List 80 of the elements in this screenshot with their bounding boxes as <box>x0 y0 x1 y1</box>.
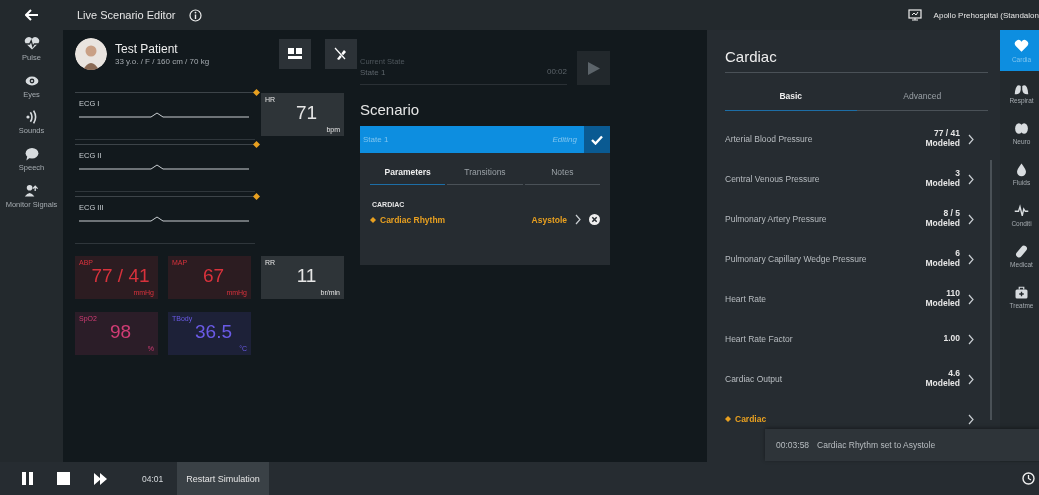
edit-off-button[interactable] <box>325 39 357 69</box>
state-name: State 1 <box>363 135 389 144</box>
device-name: Apollo Prehospital (Standalon <box>933 10 1039 20</box>
parameter-value: 110 <box>946 289 960 299</box>
chevron-icon[interactable] <box>968 173 974 185</box>
chevron-icon[interactable] <box>968 213 974 225</box>
vital-value: 71 <box>295 102 318 124</box>
info-icon[interactable] <box>189 8 203 22</box>
parameter-name[interactable]: Heart Rate <box>725 294 767 304</box>
panel-title: Cardiac <box>725 48 988 73</box>
value-source: Modeled <box>925 139 960 149</box>
pause-button[interactable] <box>22 472 33 485</box>
vital-value: 98 <box>109 321 132 343</box>
layout-icon <box>288 48 302 60</box>
parameter-value: 3 <box>955 169 960 179</box>
vital-value: 36.5 <box>195 321 232 343</box>
value-source: Modeled <box>925 379 960 389</box>
fast-forward-button[interactable] <box>94 472 108 485</box>
parameter-name[interactable]: Cardiac Output <box>725 374 783 384</box>
speech-bubble-icon <box>23 145 40 162</box>
value-source: Modeled <box>925 219 960 229</box>
check-icon <box>591 134 603 145</box>
heart-icon <box>1014 38 1029 54</box>
play-button[interactable] <box>577 51 610 85</box>
section-title: Scenario <box>360 101 421 118</box>
state-time: 00:02 <box>546 67 567 76</box>
elapsed-time: 04:01 <box>142 473 164 484</box>
parameter-name[interactable]: Cardiac <box>735 414 767 424</box>
chevron-icon[interactable] <box>968 373 974 385</box>
heart-pulse-icon <box>23 36 40 52</box>
toast-time: 00:03:58 <box>776 440 810 450</box>
parameter-value: 1.00 <box>943 334 960 344</box>
clock-icon[interactable] <box>1022 472 1035 485</box>
parameter-name[interactable]: Arterial Blood Pressure <box>725 134 813 144</box>
chevron-icon[interactable] <box>968 253 974 265</box>
patient-details: 33 y.o. / F / 160 cm / 70 kg <box>115 57 210 66</box>
scrollbar[interactable] <box>990 160 992 420</box>
vital-value: 67 <box>202 265 225 287</box>
parameter-name: Cardiac Rhythm <box>380 214 446 225</box>
vital-value: 77 / 41 <box>91 265 150 287</box>
remove-icon[interactable] <box>589 214 600 225</box>
play-icon <box>587 61 600 75</box>
parameter-name[interactable]: Pulmonary Artery Pressure <box>725 214 827 224</box>
parameter-name[interactable]: Central Venous Pressure <box>725 174 820 184</box>
person-arrow-icon <box>23 182 40 199</box>
tab[interactable]: Transitions <box>447 163 523 185</box>
tab[interactable]: Parameters <box>370 163 446 185</box>
value-source: Modeled <box>925 299 960 309</box>
toast-message: Cardiac Rhythm set to Asystole <box>817 440 936 450</box>
parameter-name[interactable]: Pulmonary Capillary Wedge Pressure <box>725 254 867 264</box>
confirm-button[interactable] <box>584 126 610 153</box>
chevron-icon[interactable] <box>968 333 974 345</box>
vital-value: 11 <box>296 265 317 287</box>
medical-kit-icon <box>1014 284 1029 300</box>
chevron-icon[interactable] <box>968 133 974 145</box>
value-source: Modeled <box>925 259 960 269</box>
tab[interactable]: Notes <box>524 163 600 185</box>
value-source: Modeled <box>925 179 960 189</box>
chevron-icon[interactable] <box>968 413 974 425</box>
brain-icon <box>1014 120 1029 136</box>
chevron-icon[interactable] <box>575 214 581 225</box>
monitor-icon[interactable] <box>907 9 922 21</box>
parameter-name[interactable]: Heart Rate Factor <box>725 334 793 344</box>
patient-name: Test Patient <box>115 42 179 56</box>
parameter-value: 4.6 <box>948 369 960 379</box>
tab[interactable]: Advanced <box>856 87 988 111</box>
parameter-value: 77 / 41 <box>934 129 960 139</box>
drop-icon <box>1014 161 1029 177</box>
parameter-value: 8 / 5 <box>943 209 960 219</box>
parameter-value: Asystole <box>531 214 567 225</box>
window-title: Live Scenario Editor <box>77 9 176 21</box>
state-status: Editing <box>552 135 577 144</box>
restart-button[interactable]: Restart Simulation <box>177 462 269 495</box>
parameter-value: 6 <box>955 249 960 259</box>
pencil-off-icon <box>334 47 348 61</box>
layout-button[interactable] <box>279 39 311 69</box>
tab[interactable]: Basic <box>725 87 857 111</box>
chevron-icon[interactable] <box>968 293 974 305</box>
back-arrow-icon[interactable] <box>24 9 39 21</box>
avatar <box>75 38 107 70</box>
